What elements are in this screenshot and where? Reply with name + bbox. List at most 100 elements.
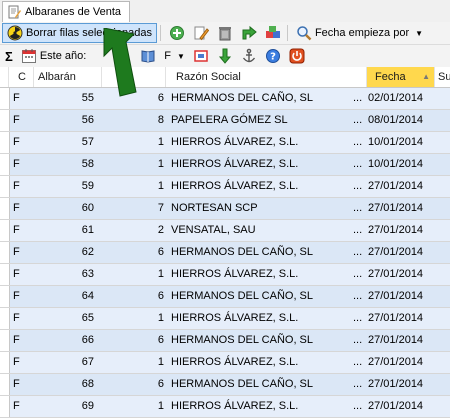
cell-fecha: 10/01/2014 bbox=[368, 136, 424, 148]
cell-albaran: 63 bbox=[81, 268, 94, 280]
cell-razon-social: HERMANOS DEL CAÑO, SL bbox=[171, 334, 314, 346]
toolbar-secondary: Σ Este año: F ▼ ? bbox=[0, 45, 450, 68]
row-selector[interactable] bbox=[0, 264, 10, 285]
tab-albaranes-de-venta[interactable]: Albaranes de Venta bbox=[2, 1, 131, 22]
edit-button[interactable] bbox=[190, 24, 212, 42]
this-year-label: Este año: bbox=[39, 50, 87, 62]
cell-cliente: 1 bbox=[157, 312, 164, 324]
cell-cliente: 6 bbox=[157, 334, 164, 346]
sigma-label: Σ bbox=[5, 48, 13, 64]
cell-c: F bbox=[13, 92, 20, 104]
filter-dropdown[interactable]: Fecha empieza por ▼ bbox=[293, 24, 426, 42]
row-selector[interactable] bbox=[0, 88, 10, 109]
cell-albaran: 64 bbox=[81, 290, 94, 302]
row-selector[interactable] bbox=[0, 330, 10, 351]
table-row[interactable]: F 64 6 HERMANOS DEL CAÑO, SL... 27/01/2014 bbox=[0, 286, 450, 308]
row-selector[interactable] bbox=[0, 374, 10, 395]
row-selector[interactable] bbox=[0, 198, 10, 219]
toolbar-separator bbox=[159, 25, 161, 41]
cell-cliente: 1 bbox=[157, 356, 164, 368]
column-header-razon-social[interactable]: Razón Social bbox=[166, 67, 367, 87]
cell-ellipsis: ... bbox=[353, 268, 363, 280]
cell-c: F bbox=[13, 224, 20, 236]
row-selector[interactable] bbox=[0, 220, 10, 241]
f-filter-dropdown[interactable]: F ▼ bbox=[161, 47, 188, 65]
row-selector[interactable] bbox=[0, 110, 10, 131]
row-selector[interactable] bbox=[0, 286, 10, 307]
cell-razon-social: HERMANOS DEL CAÑO, SL bbox=[171, 92, 314, 104]
column-header-fecha-label: Fecha bbox=[375, 71, 406, 83]
cell-albaran: 56 bbox=[81, 114, 94, 126]
table-row[interactable]: F 60 7 NORTESAN SCP... 27/01/2014 bbox=[0, 198, 450, 220]
column-header-albaran[interactable]: Albarán bbox=[34, 67, 102, 87]
cell-albaran: 65 bbox=[81, 312, 94, 324]
table-row[interactable]: F 69 1 HIERROS ÁLVAREZ, S.L.... 27/01/2014 bbox=[0, 396, 450, 418]
cell-cliente: 1 bbox=[157, 268, 164, 280]
cell-fecha: 27/01/2014 bbox=[368, 290, 424, 302]
cubes-button[interactable] bbox=[262, 24, 284, 42]
cell-ellipsis: ... bbox=[353, 114, 363, 126]
cell-razon-social: HERMANOS DEL CAÑO, SL bbox=[171, 290, 314, 302]
table-row[interactable]: F 56 8 PAPELERA GÓMEZ SL... 08/01/2014 bbox=[0, 110, 450, 132]
cell-albaran: 59 bbox=[81, 180, 94, 192]
row-selector[interactable] bbox=[0, 154, 10, 175]
cell-albaran: 55 bbox=[81, 92, 94, 104]
cell-c: F bbox=[13, 378, 20, 390]
column-header-c[interactable]: C bbox=[14, 67, 34, 87]
table-row[interactable]: F 62 6 HERMANOS DEL CAÑO, SL... 27/01/2014 bbox=[0, 242, 450, 264]
document-pencil-icon bbox=[7, 5, 21, 19]
move-down-button[interactable] bbox=[214, 47, 236, 65]
anchor-button[interactable] bbox=[238, 47, 260, 65]
row-selector[interactable] bbox=[0, 242, 10, 263]
table-row[interactable]: F 55 6 HERMANOS DEL CAÑO, SL... 02/01/2014 bbox=[0, 88, 450, 110]
table-row[interactable]: F 61 2 VENSATAL, SAU... 27/01/2014 bbox=[0, 220, 450, 242]
radiation-icon bbox=[7, 25, 23, 41]
cell-cliente: 8 bbox=[157, 114, 164, 126]
power-icon bbox=[289, 48, 305, 64]
table-row[interactable]: F 68 6 HERMANOS DEL CAÑO, SL... 27/01/2014 bbox=[0, 374, 450, 396]
row-selector[interactable] bbox=[0, 308, 10, 329]
export-button[interactable] bbox=[238, 24, 260, 42]
power-button[interactable] bbox=[286, 47, 308, 65]
cell-albaran: 67 bbox=[81, 356, 94, 368]
grid-header: C Albarán C Razón Social Fecha ▲ Su bbox=[0, 67, 450, 88]
fullscreen-button[interactable] bbox=[190, 47, 212, 65]
table-row[interactable]: F 67 1 HIERROS ÁLVAREZ, S.L.... 27/01/2014 bbox=[0, 352, 450, 374]
green-arrow-down-icon bbox=[217, 48, 233, 64]
row-selector[interactable] bbox=[0, 352, 10, 373]
green-arrow-right-icon bbox=[241, 25, 257, 41]
table-row[interactable]: F 58 1 HIERROS ÁLVAREZ, S.L.... 10/01/2014 bbox=[0, 154, 450, 176]
search-icon bbox=[296, 25, 312, 41]
cell-cliente: 1 bbox=[157, 400, 164, 412]
column-header-cliente[interactable]: C bbox=[102, 67, 166, 87]
cell-albaran: 69 bbox=[81, 400, 94, 412]
cell-c: F bbox=[13, 246, 20, 258]
table-row[interactable]: F 65 1 HIERROS ÁLVAREZ, S.L.... 27/01/2014 bbox=[0, 308, 450, 330]
cell-albaran: 60 bbox=[81, 202, 94, 214]
add-button[interactable] bbox=[166, 24, 188, 42]
table-row[interactable]: F 63 1 HIERROS ÁLVAREZ, S.L.... 27/01/2014 bbox=[0, 264, 450, 286]
column-header-su[interactable]: Su bbox=[435, 67, 450, 87]
sum-button[interactable]: Σ bbox=[2, 47, 16, 65]
book-button[interactable] bbox=[137, 47, 159, 65]
help-button[interactable]: ? bbox=[262, 47, 284, 65]
row-selector[interactable] bbox=[0, 176, 10, 197]
row-selector[interactable] bbox=[0, 396, 10, 417]
row-selector-header bbox=[0, 67, 9, 87]
column-header-fecha[interactable]: Fecha ▲ bbox=[367, 67, 435, 87]
svg-text:?: ? bbox=[270, 52, 276, 63]
delete-selected-rows-button[interactable]: Borrar filas seleccionadas bbox=[2, 23, 157, 43]
chevron-down-icon: ▼ bbox=[177, 51, 185, 61]
this-year-button[interactable]: Este año: bbox=[18, 47, 89, 65]
cell-c: F bbox=[13, 312, 20, 324]
table-row[interactable]: F 66 6 HERMANOS DEL CAÑO, SL... 27/01/2014 bbox=[0, 330, 450, 352]
cell-razon-social: HIERROS ÁLVAREZ, S.L. bbox=[171, 158, 299, 170]
cell-razon-social: HIERROS ÁLVAREZ, S.L. bbox=[171, 400, 299, 412]
delete-button[interactable] bbox=[214, 24, 236, 42]
cell-ellipsis: ... bbox=[353, 356, 363, 368]
table-row[interactable]: F 57 1 HIERROS ÁLVAREZ, S.L.... 10/01/2014 bbox=[0, 132, 450, 154]
table-row[interactable]: F 59 1 HIERROS ÁLVAREZ, S.L.... 27/01/2014 bbox=[0, 176, 450, 198]
help-icon: ? bbox=[265, 48, 281, 64]
row-selector[interactable] bbox=[0, 132, 10, 153]
cell-c: F bbox=[13, 356, 20, 368]
